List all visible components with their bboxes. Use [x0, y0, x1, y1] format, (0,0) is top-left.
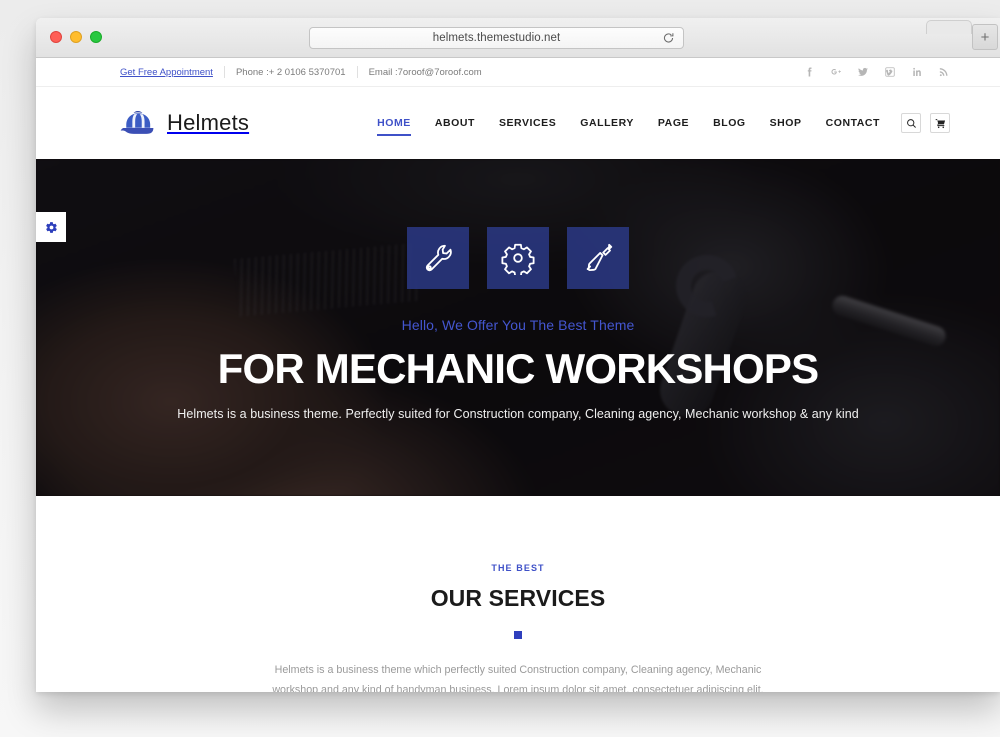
- hero-title: FOR MECHANIC WORKSHOPS: [217, 345, 820, 392]
- services-title: OUR SERVICES: [430, 585, 606, 611]
- cart-icon[interactable]: [930, 113, 950, 133]
- website-viewport: Get Free Appointment Phone :+ 2 0106 537…: [36, 58, 1000, 692]
- window-controls: [50, 31, 102, 43]
- minimize-window-button[interactable]: [70, 31, 82, 43]
- email-text: Email :7oroof@7oroof.com: [368, 66, 482, 78]
- nav-item-services[interactable]: SERVICES: [487, 117, 568, 129]
- nav-item-shop[interactable]: SHOP: [758, 117, 814, 129]
- url-text: helmets.themestudio.net: [432, 32, 561, 44]
- rss-icon[interactable]: [938, 66, 950, 78]
- close-window-button[interactable]: [50, 31, 62, 43]
- linkedin-icon[interactable]: [911, 66, 923, 78]
- hero-section: Hello, We Offer You The Best Theme FOR M…: [36, 159, 1000, 496]
- hero-feature-icons: [407, 227, 629, 289]
- services-section: THE BEST OUR SERVICES Helmets is a busin…: [36, 496, 1000, 692]
- social-links: [803, 66, 950, 78]
- screwdriver-icon[interactable]: [567, 227, 629, 289]
- services-kicker: THE BEST: [491, 563, 545, 573]
- free-appointment-link[interactable]: Get Free Appointment: [120, 67, 213, 78]
- nav-item-gallery[interactable]: GALLERY: [568, 117, 646, 129]
- logo-link[interactable]: Helmets: [120, 110, 249, 136]
- divider: [223, 66, 225, 78]
- wrench-icon[interactable]: [407, 227, 469, 289]
- browser-chrome: helmets.themestudio.net +: [36, 18, 1000, 58]
- main-navigation: HOME ABOUT SERVICES GALLERY PAGE BLOG SH…: [365, 113, 950, 136]
- divider: [356, 66, 358, 78]
- utility-topbar: Get Free Appointment Phone :+ 2 0106 537…: [36, 58, 1000, 87]
- zoom-window-button[interactable]: [90, 31, 102, 43]
- gear-icon[interactable]: [487, 227, 549, 289]
- section-divider-dot: [514, 631, 522, 639]
- browser-window: helmets.themestudio.net + Get Free Appoi…: [36, 18, 1000, 692]
- contact-info: Get Free Appointment Phone :+ 2 0106 537…: [120, 66, 482, 78]
- twitter-icon[interactable]: [857, 66, 869, 78]
- google-plus-icon[interactable]: [830, 66, 842, 78]
- helmet-icon: [120, 110, 156, 136]
- brand-name: Helmets: [167, 110, 250, 135]
- tab-stub[interactable]: [926, 20, 972, 34]
- nav-item-home[interactable]: HOME: [365, 117, 423, 136]
- address-bar[interactable]: helmets.themestudio.net: [309, 27, 684, 49]
- services-description: Helmets is a business theme which perfec…: [272, 664, 764, 692]
- nav-item-page[interactable]: PAGE: [646, 117, 701, 129]
- vimeo-icon[interactable]: [884, 66, 896, 78]
- hero-description: Helmets is a business theme. Perfectly s…: [177, 407, 859, 421]
- new-tab-button[interactable]: +: [972, 24, 998, 50]
- phone-text: Phone :+ 2 0106 5370701: [235, 66, 346, 78]
- gear-icon[interactable]: [36, 212, 66, 242]
- hero-subtitle: Hello, We Offer You The Best Theme: [401, 317, 635, 333]
- nav-item-about[interactable]: ABOUT: [423, 117, 487, 129]
- search-icon[interactable]: [901, 113, 921, 133]
- nav-item-contact[interactable]: CONTACT: [814, 117, 892, 129]
- site-header: Helmets HOME ABOUT SERVICES GALLERY PAGE…: [36, 87, 1000, 159]
- reload-icon[interactable]: [662, 32, 675, 45]
- nav-item-blog[interactable]: BLOG: [701, 117, 758, 129]
- facebook-icon[interactable]: [803, 66, 815, 78]
